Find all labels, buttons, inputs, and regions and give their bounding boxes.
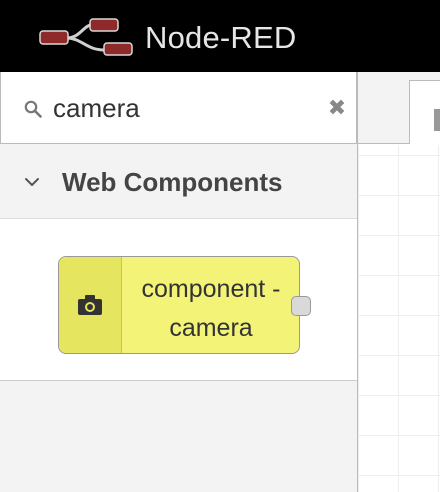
node-label-line-2: camera [169, 314, 253, 342]
search-icon [24, 100, 42, 118]
chevron-down-icon[interactable] [24, 174, 40, 190]
node-palette: ✖ Web Components component - camera [0, 72, 358, 492]
palette-node-component-camera[interactable]: component - camera [58, 256, 300, 354]
tab-label-fragment [434, 109, 440, 131]
node-label: component - camera [125, 270, 297, 348]
workspace-tab[interactable] [409, 80, 440, 144]
workspace [358, 72, 440, 492]
palette-search: ✖ [0, 72, 357, 144]
node-icon-area [59, 257, 122, 353]
workspace-tab-bar [358, 72, 440, 144]
node-label-line-1: component - [141, 275, 281, 303]
category-label: Web Components [62, 167, 283, 197]
category-header-web-components[interactable]: Web Components [0, 145, 357, 219]
close-icon[interactable]: ✖ [327, 96, 347, 120]
node-red-logo-icon[interactable] [38, 18, 136, 58]
app-header: Node-RED [0, 0, 440, 72]
camera-icon [78, 295, 102, 315]
app-title: Node-RED [145, 20, 297, 55]
workspace-grid[interactable] [358, 145, 440, 492]
node-output-port[interactable] [291, 296, 311, 316]
search-input[interactable] [53, 90, 313, 126]
